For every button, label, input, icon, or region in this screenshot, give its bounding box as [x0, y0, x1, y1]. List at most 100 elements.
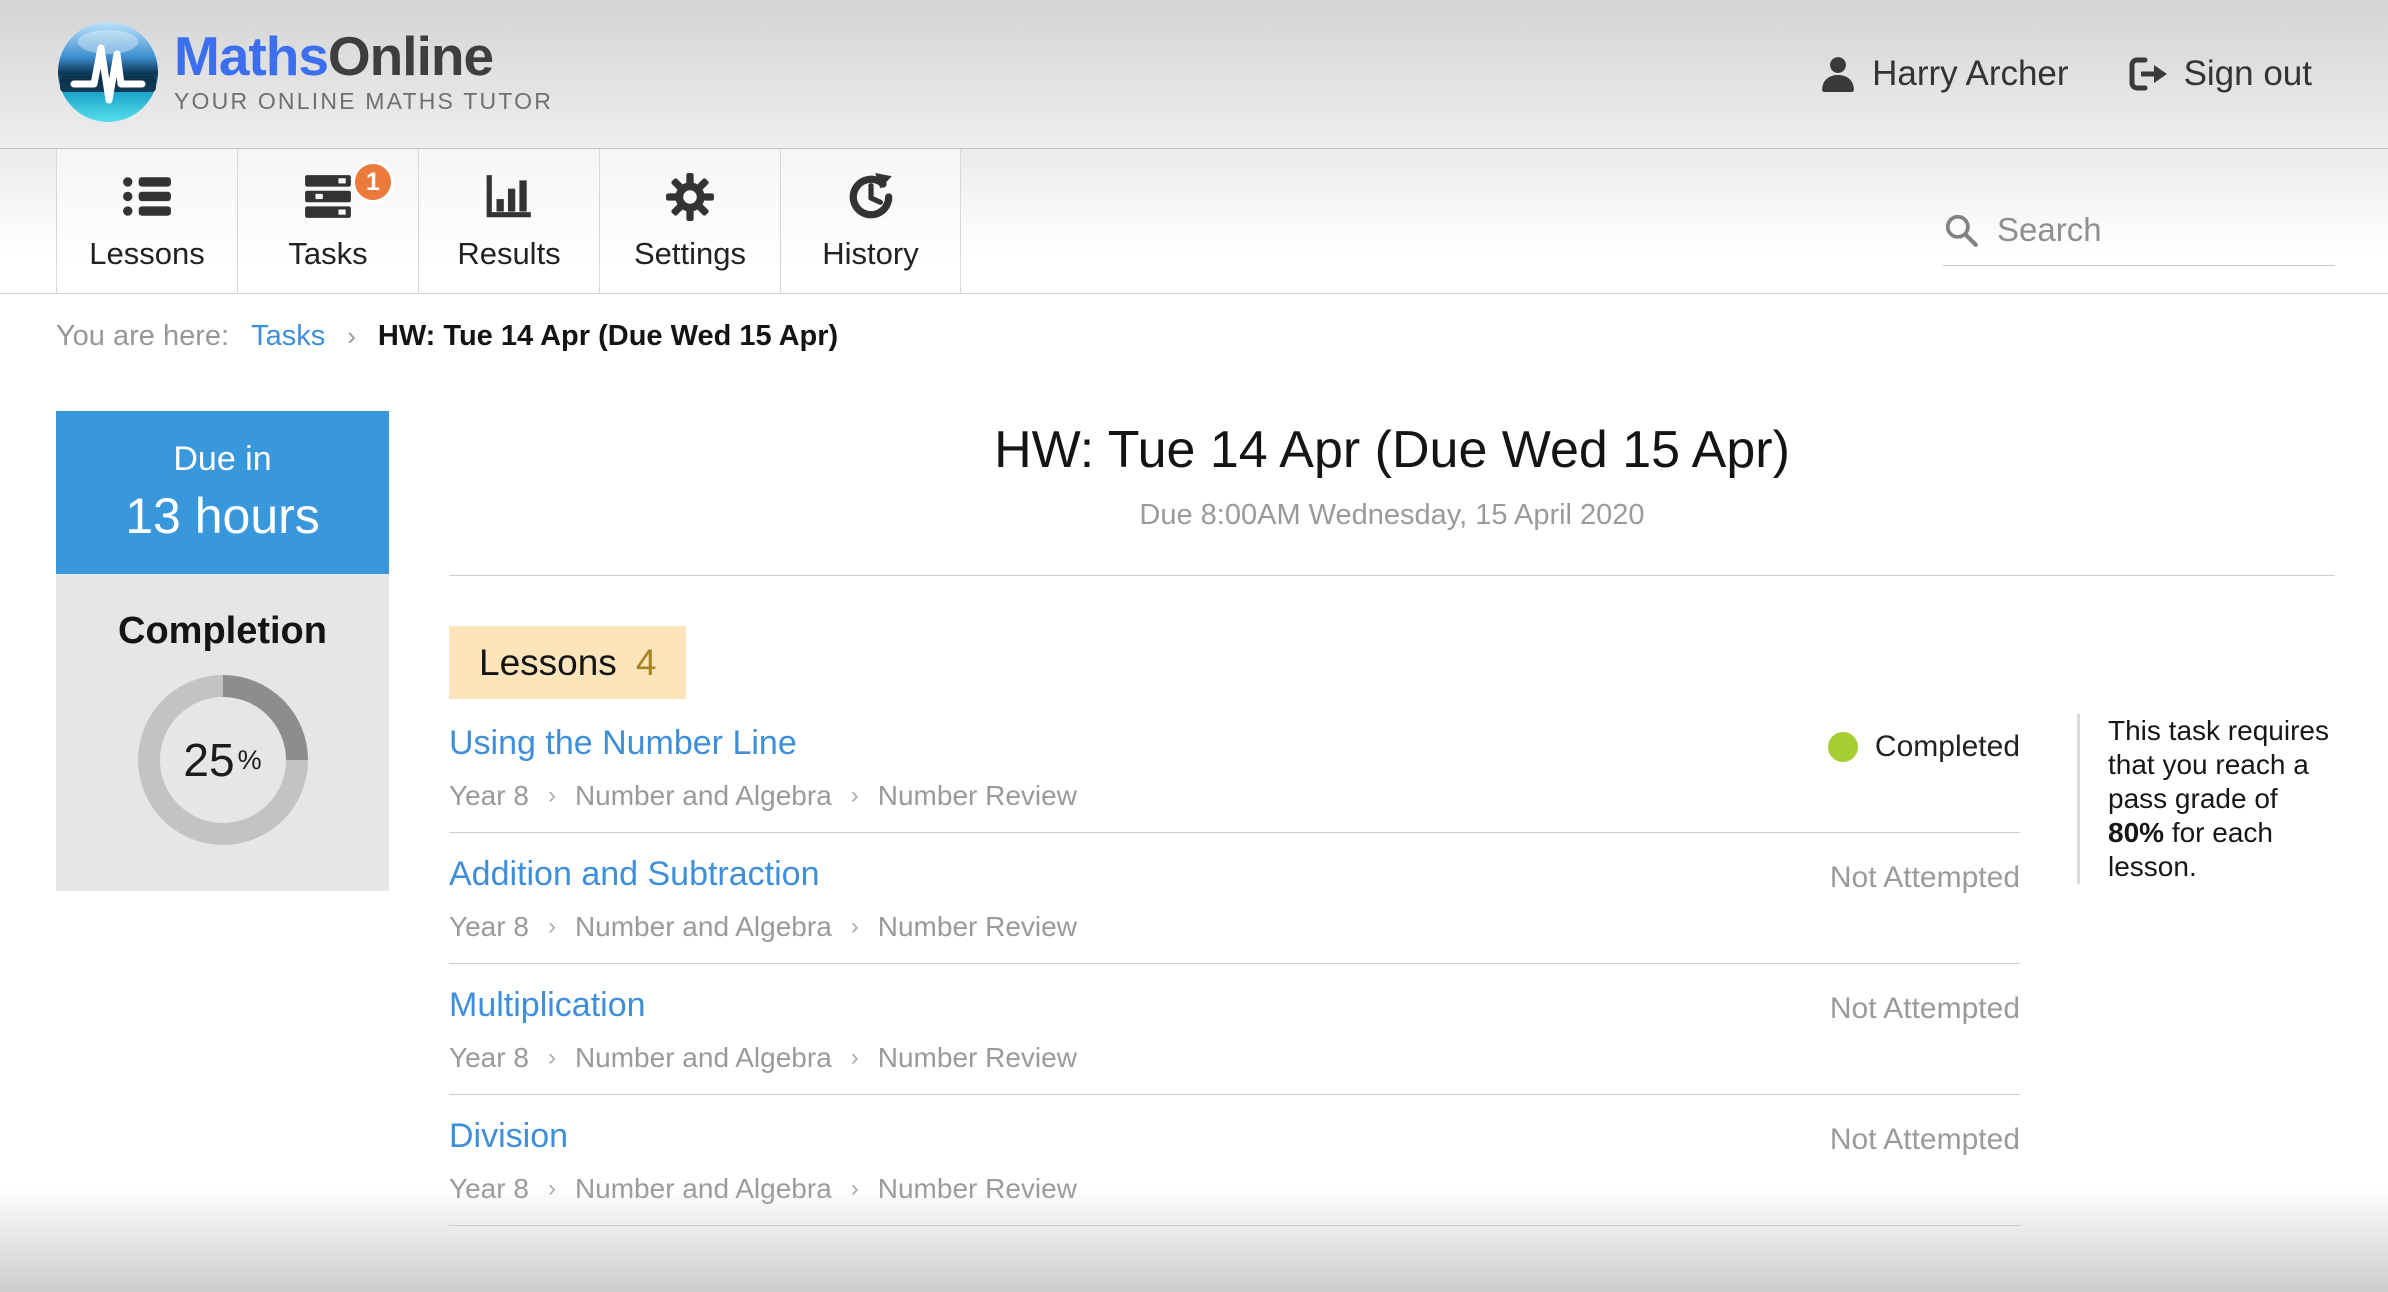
- title-divider: [449, 575, 2335, 576]
- gear-icon: [665, 171, 715, 223]
- sign-out-icon: [2127, 55, 2169, 93]
- note-bold-value: 80%: [2108, 817, 2164, 848]
- path-segment: Number and Algebra: [575, 1042, 832, 1074]
- tasks-count-badge: 1: [352, 161, 394, 203]
- logo-text: MathsOnline YOUR ONLINE MATHS TUTOR: [174, 20, 553, 115]
- status-label: Not Attempted: [1830, 992, 2020, 1026]
- due-value: 13 hours: [125, 487, 320, 545]
- app-header: MathsOnline YOUR ONLINE MATHS TUTOR Harr…: [0, 0, 2388, 148]
- user-icon: [1819, 55, 1857, 93]
- status-badge: Not Attempted: [1830, 1123, 2020, 1157]
- status-badge: Completed: [1828, 730, 2020, 764]
- lessons-badge-label: Lessons: [479, 642, 617, 684]
- chevron-right-icon: ›: [851, 913, 859, 941]
- search-box: [1943, 211, 2335, 266]
- header-right: Harry Archer Sign out: [1819, 0, 2312, 148]
- chevron-right-icon: ›: [851, 782, 859, 810]
- completion-percent-sign: %: [238, 745, 262, 776]
- search-input[interactable]: [1997, 211, 2335, 249]
- path-segment: Year 8: [449, 911, 529, 943]
- tasks-icon: [303, 171, 353, 223]
- path-segment: Number and Algebra: [575, 1173, 832, 1205]
- path-segment: Year 8: [449, 1173, 529, 1205]
- breadcrumb: You are here: Tasks › HW: Tue 14 Apr (Du…: [56, 294, 838, 378]
- sign-out-label: Sign out: [2184, 54, 2312, 94]
- completion-donut-hole: 25%: [160, 697, 286, 823]
- nav-item-history[interactable]: History: [780, 149, 961, 293]
- breadcrumb-link-tasks[interactable]: Tasks: [251, 320, 325, 353]
- lesson-path: Year 8 › Number and Algebra › Number Rev…: [449, 1173, 2020, 1205]
- completion-donut-chart: 25%: [138, 675, 308, 845]
- nav-label-results: Results: [457, 236, 560, 272]
- pass-grade-note: This task requires that you reach a pass…: [2077, 714, 2333, 884]
- chevron-right-icon: ›: [347, 321, 356, 352]
- lesson-list: Using the Number Line Year 8 › Number an…: [449, 702, 2020, 1226]
- nav-items: Lessons Tasks 1: [56, 149, 961, 293]
- status-label: Completed: [1875, 730, 2020, 764]
- path-segment: Number Review: [878, 911, 1077, 943]
- completed-dot-icon: [1828, 732, 1858, 762]
- path-segment: Number Review: [878, 1042, 1077, 1074]
- bar-chart-icon: [483, 171, 535, 223]
- chevron-right-icon: ›: [851, 1044, 859, 1072]
- chevron-right-icon: ›: [851, 1175, 859, 1203]
- lessons-list-icon: [121, 171, 173, 223]
- breadcrumb-prefix: You are here:: [56, 320, 229, 353]
- brand-tagline: YOUR ONLINE MATHS TUTOR: [174, 88, 553, 115]
- lesson-link-division[interactable]: Division: [449, 1117, 568, 1156]
- note-text: This task requires that you reach a pass…: [2108, 715, 2329, 814]
- lesson-row: Using the Number Line Year 8 › Number an…: [449, 702, 2020, 833]
- completion-box: Completion 25%: [56, 574, 389, 891]
- breadcrumb-current: HW: Tue 14 Apr (Due Wed 15 Apr): [378, 320, 838, 353]
- mathsonline-sphere-icon: [56, 20, 160, 124]
- brand-primary: Maths: [174, 25, 328, 87]
- due-countdown-box: Due in 13 hours: [56, 411, 389, 574]
- history-icon: [846, 171, 896, 223]
- nav-item-results[interactable]: Results: [418, 149, 599, 293]
- path-segment: Number and Algebra: [575, 780, 832, 812]
- chevron-right-icon: ›: [548, 1175, 556, 1203]
- nav-item-tasks[interactable]: Tasks 1: [237, 149, 418, 293]
- status-badge: Not Attempted: [1830, 992, 2020, 1026]
- lesson-path: Year 8 › Number and Algebra › Number Rev…: [449, 911, 2020, 943]
- completion-percent-value: 25: [183, 733, 234, 787]
- nav-item-lessons[interactable]: Lessons: [56, 149, 237, 293]
- nav-label-settings: Settings: [634, 236, 746, 272]
- path-segment: Year 8: [449, 1042, 529, 1074]
- nav-label-lessons: Lessons: [89, 236, 204, 272]
- status-badge: Not Attempted: [1830, 861, 2020, 895]
- lessons-count-header: Lessons 4: [449, 626, 686, 699]
- user-menu[interactable]: Harry Archer: [1819, 54, 2068, 94]
- brand-secondary: Online: [328, 25, 493, 87]
- user-name: Harry Archer: [1872, 54, 2068, 94]
- chevron-right-icon: ›: [548, 782, 556, 810]
- page-subtitle: Due 8:00AM Wednesday, 15 April 2020: [449, 499, 2335, 532]
- lesson-row: Division Year 8 › Number and Algebra › N…: [449, 1095, 2020, 1226]
- path-segment: Number Review: [878, 780, 1077, 812]
- path-segment: Number Review: [878, 1173, 1077, 1205]
- due-label: Due in: [173, 440, 271, 479]
- lesson-link-using-the-number-line[interactable]: Using the Number Line: [449, 724, 797, 763]
- nav-label-history: History: [822, 236, 918, 272]
- status-label: Not Attempted: [1830, 861, 2020, 895]
- path-segment: Year 8: [449, 780, 529, 812]
- lesson-link-addition-and-subtraction[interactable]: Addition and Subtraction: [449, 855, 819, 894]
- page-title: HW: Tue 14 Apr (Due Wed 15 Apr): [449, 420, 2335, 480]
- nav-item-settings[interactable]: Settings: [599, 149, 780, 293]
- nav-label-tasks: Tasks: [288, 236, 367, 272]
- lesson-path: Year 8 › Number and Algebra › Number Rev…: [449, 1042, 2020, 1074]
- lessons-badge-count: 4: [636, 642, 657, 684]
- mathsonline-logo[interactable]: MathsOnline YOUR ONLINE MATHS TUTOR: [56, 20, 553, 124]
- completion-title: Completion: [56, 610, 389, 653]
- path-segment: Number and Algebra: [575, 911, 832, 943]
- chevron-right-icon: ›: [548, 1044, 556, 1072]
- search-icon: [1943, 212, 1979, 248]
- chevron-right-icon: ›: [548, 913, 556, 941]
- lesson-path: Year 8 › Number and Algebra › Number Rev…: [449, 780, 2020, 812]
- sign-out-button[interactable]: Sign out: [2127, 54, 2312, 94]
- main-nav: Lessons Tasks 1: [0, 148, 2388, 294]
- status-label: Not Attempted: [1830, 1123, 2020, 1157]
- lesson-link-multiplication[interactable]: Multiplication: [449, 986, 646, 1025]
- lesson-row: Addition and Subtraction Year 8 › Number…: [449, 833, 2020, 964]
- lesson-row: Multiplication Year 8 › Number and Algeb…: [449, 964, 2020, 1095]
